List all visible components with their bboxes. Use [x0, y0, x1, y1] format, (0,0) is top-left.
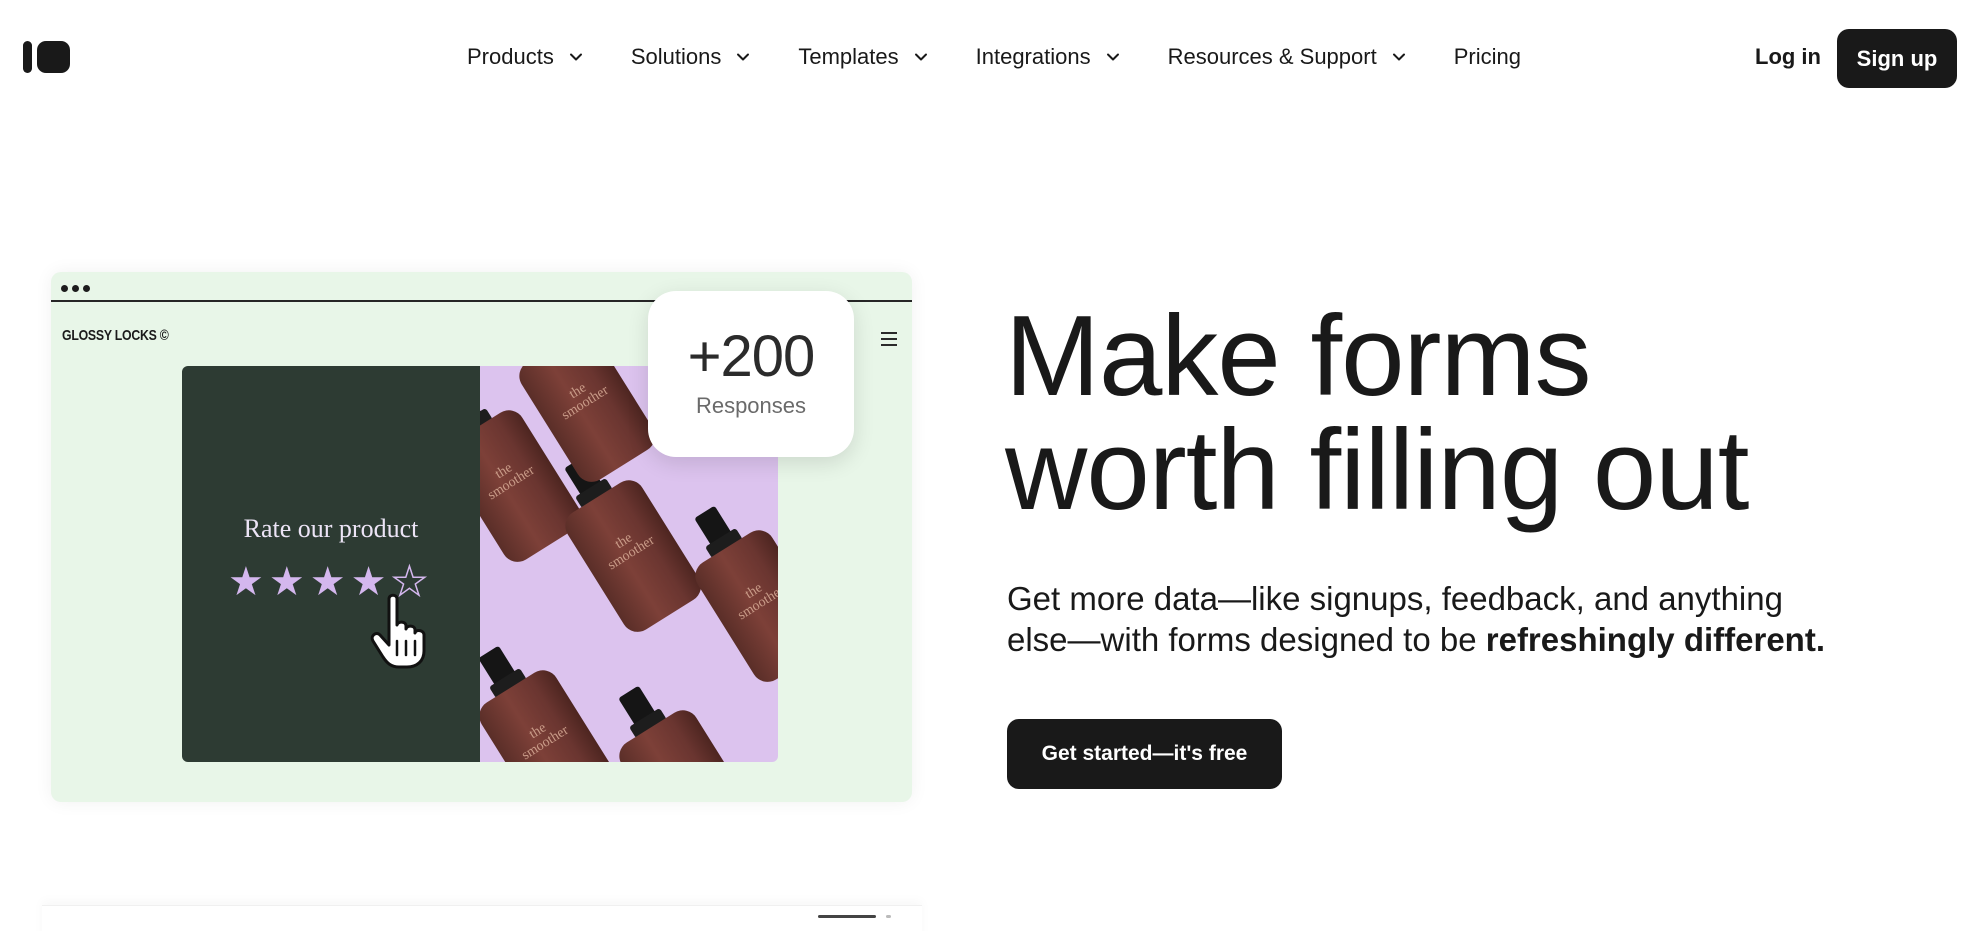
get-started-button[interactable]: Get started—it's free	[1007, 719, 1282, 789]
headline-line-2: worth filling out	[1005, 407, 1749, 534]
nav-item-label: Templates	[798, 44, 899, 69]
nav-item-label: Pricing	[1453, 44, 1521, 69]
responses-count: +200	[687, 324, 816, 389]
nav-item-integrations[interactable]: Integrations	[976, 44, 1122, 70]
responses-label: Responses	[695, 393, 807, 418]
nav-item-templates[interactable]: Templates	[798, 44, 929, 70]
main-nav: Products Solutions Templates Integration…	[467, 38, 1521, 76]
preview-brand: GLOSSY LOCKS ©	[62, 327, 169, 344]
menu-icon	[881, 332, 897, 346]
nav-item-label: Integrations	[975, 44, 1091, 69]
nav-item-resources-support[interactable]: Resources & Support	[1168, 44, 1408, 70]
typeform-logo[interactable]	[23, 41, 70, 73]
rating-question: Rate our product	[243, 514, 419, 543]
hero-headline: Make forms worth filling out	[1005, 293, 1749, 534]
nav-item-label: Products	[467, 44, 554, 69]
bottle-2: the smoother	[553, 455, 708, 638]
chevron-down-icon	[912, 48, 930, 66]
star-icon-3[interactable]: ★	[310, 562, 346, 602]
responses-badge: +200 Responses	[648, 291, 854, 457]
logo-bar	[23, 41, 32, 73]
headline-line-1: Make forms	[1005, 293, 1591, 420]
site-header: Products Solutions Templates Integration…	[0, 0, 1980, 114]
nav-item-label: Resources & Support	[1167, 44, 1377, 69]
bottle-5: the smoother	[480, 645, 622, 762]
bottle-6: the smoother	[607, 685, 762, 762]
next-preview-card	[42, 905, 922, 931]
rating-panel: Rate our product ★ ★ ★ ★ ★	[182, 366, 480, 762]
nav-item-pricing[interactable]: Pricing	[1454, 44, 1521, 70]
hero-subtext: Get more data—like signups, feedback, an…	[1007, 578, 1827, 660]
nav-item-products[interactable]: Products	[467, 44, 585, 70]
carousel-dot[interactable]	[886, 915, 891, 918]
logo-pill	[37, 41, 70, 73]
chevron-down-icon	[734, 48, 752, 66]
signup-button[interactable]: Sign up	[1837, 29, 1957, 88]
carousel-active-bar[interactable]	[818, 915, 876, 918]
nav-item-label: Solutions	[630, 44, 722, 69]
window-dots-icon	[61, 285, 90, 292]
star-icon-1[interactable]: ★	[228, 562, 264, 602]
chevron-down-icon	[1104, 48, 1122, 66]
nav-item-solutions[interactable]: Solutions	[631, 44, 753, 70]
login-link[interactable]: Log in	[1755, 44, 1821, 70]
hand-cursor-icon	[370, 593, 426, 669]
bottle-3: the smoother	[683, 505, 778, 688]
chevron-down-icon	[1390, 48, 1408, 66]
chevron-down-icon	[567, 48, 585, 66]
subtext-bold: refreshingly different.	[1485, 621, 1825, 658]
carousel-indicator[interactable]	[818, 915, 891, 918]
star-icon-2[interactable]: ★	[269, 562, 305, 602]
